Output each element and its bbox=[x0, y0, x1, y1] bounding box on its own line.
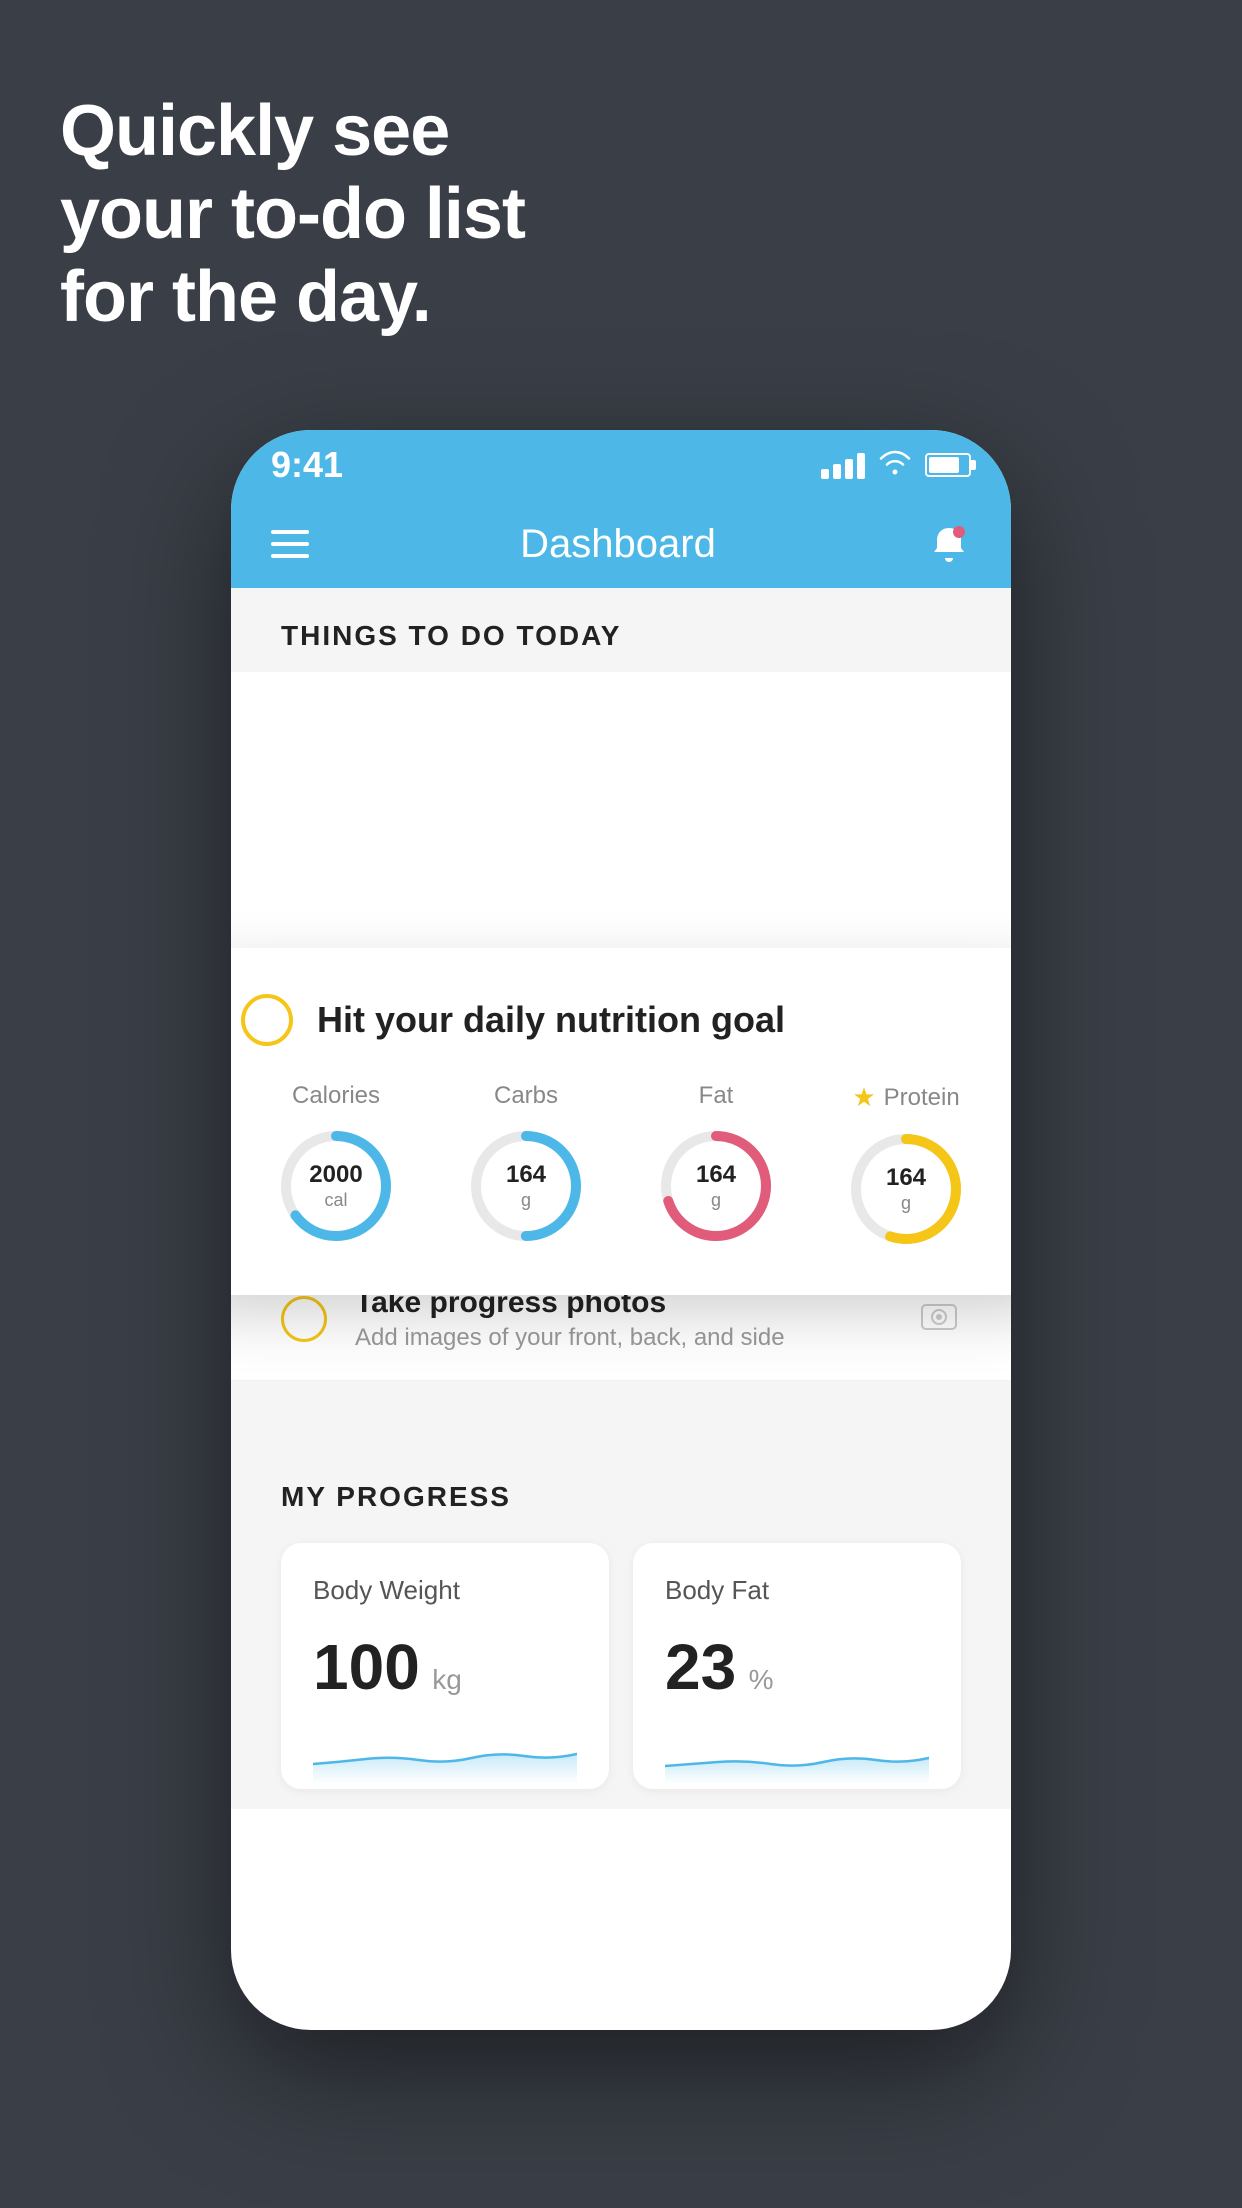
things-section-header: THINGS TO DO TODAY bbox=[231, 588, 1011, 672]
body-fat-card[interactable]: Body Fat 23 % bbox=[633, 1543, 961, 1789]
carbs-label: Carbs bbox=[494, 1082, 558, 1110]
nav-title: Dashboard bbox=[520, 522, 716, 567]
body-fat-unit: % bbox=[749, 1664, 774, 1695]
protein-value: 164 bbox=[886, 1164, 926, 1193]
nutrition-calories: Calories 2000 cal bbox=[276, 1082, 396, 1246]
fat-label: Fat bbox=[699, 1082, 734, 1110]
nutrition-fat: Fat 164 g bbox=[656, 1082, 776, 1246]
carbs-value: 164 bbox=[506, 1161, 546, 1190]
fat-value: 164 bbox=[696, 1161, 736, 1190]
nutrition-checkbox[interactable] bbox=[241, 994, 293, 1046]
nav-bar: Dashboard bbox=[231, 500, 1011, 588]
carbs-donut: 164 g bbox=[466, 1126, 586, 1246]
nutrition-protein: ★ Protein 164 g bbox=[846, 1082, 966, 1249]
nutrition-carbs: Carbs 164 g bbox=[466, 1082, 586, 1246]
progress-section-title: MY PROGRESS bbox=[281, 1481, 961, 1513]
todo-info-photos: Take progress photos Add images of your … bbox=[355, 1286, 889, 1352]
card-header: Hit your daily nutrition goal bbox=[241, 994, 1001, 1046]
status-time: 9:41 bbox=[271, 444, 343, 486]
body-fat-title: Body Fat bbox=[665, 1575, 929, 1606]
body-weight-value-row: 100 kg bbox=[313, 1630, 577, 1704]
body-weight-value: 100 bbox=[313, 1631, 420, 1703]
calories-donut: 2000 cal bbox=[276, 1126, 396, 1246]
body-fat-chart bbox=[665, 1724, 929, 1784]
protein-unit: g bbox=[886, 1193, 926, 1215]
star-icon: ★ bbox=[852, 1082, 875, 1113]
todo-desc-photos: Add images of your front, back, and side bbox=[355, 1324, 889, 1352]
body-weight-title: Body Weight bbox=[313, 1575, 577, 1606]
calories-value: 2000 bbox=[309, 1161, 362, 1190]
hamburger-menu[interactable] bbox=[271, 530, 309, 558]
things-section-title: THINGS TO DO TODAY bbox=[281, 620, 621, 651]
body-weight-unit: kg bbox=[432, 1664, 462, 1695]
calories-label: Calories bbox=[292, 1082, 380, 1110]
wifi-icon bbox=[879, 449, 911, 482]
body-fat-value: 23 bbox=[665, 1631, 736, 1703]
status-bar: 9:41 bbox=[231, 430, 1011, 500]
carbs-unit: g bbox=[506, 1190, 546, 1212]
battery-icon bbox=[925, 453, 971, 477]
todo-icon-photos bbox=[917, 1297, 961, 1342]
fat-donut: 164 g bbox=[656, 1126, 776, 1246]
progress-cards: Body Weight 100 kg bbox=[281, 1543, 961, 1789]
calories-unit: cal bbox=[309, 1190, 362, 1212]
nutrition-card: Hit your daily nutrition goal Calories bbox=[231, 948, 1011, 1295]
body-fat-value-row: 23 % bbox=[665, 1630, 929, 1704]
phone-frame: 9:41 bbox=[231, 430, 1011, 2030]
phone-mockup: 9:41 bbox=[231, 430, 1011, 2030]
hero-text: Quickly see your to-do list for the day. bbox=[60, 90, 525, 338]
todo-checkbox-photos[interactable] bbox=[281, 1296, 327, 1342]
content-scroll: THINGS TO DO TODAY Running Track your st… bbox=[231, 588, 1011, 2030]
progress-section: MY PROGRESS Body Weight 100 kg bbox=[231, 1441, 1011, 1809]
body-weight-card[interactable]: Body Weight 100 kg bbox=[281, 1543, 609, 1789]
body-weight-chart bbox=[313, 1724, 577, 1784]
protein-label: ★ Protein bbox=[852, 1082, 959, 1113]
nutrition-circles: Calories 2000 cal bbox=[241, 1082, 1001, 1249]
notification-bell-icon[interactable] bbox=[927, 522, 971, 566]
fat-unit: g bbox=[696, 1190, 736, 1212]
nutrition-card-title: Hit your daily nutrition goal bbox=[317, 999, 785, 1041]
protein-donut: 164 g bbox=[846, 1129, 966, 1249]
status-icons bbox=[821, 449, 971, 482]
signal-icon bbox=[821, 451, 865, 479]
